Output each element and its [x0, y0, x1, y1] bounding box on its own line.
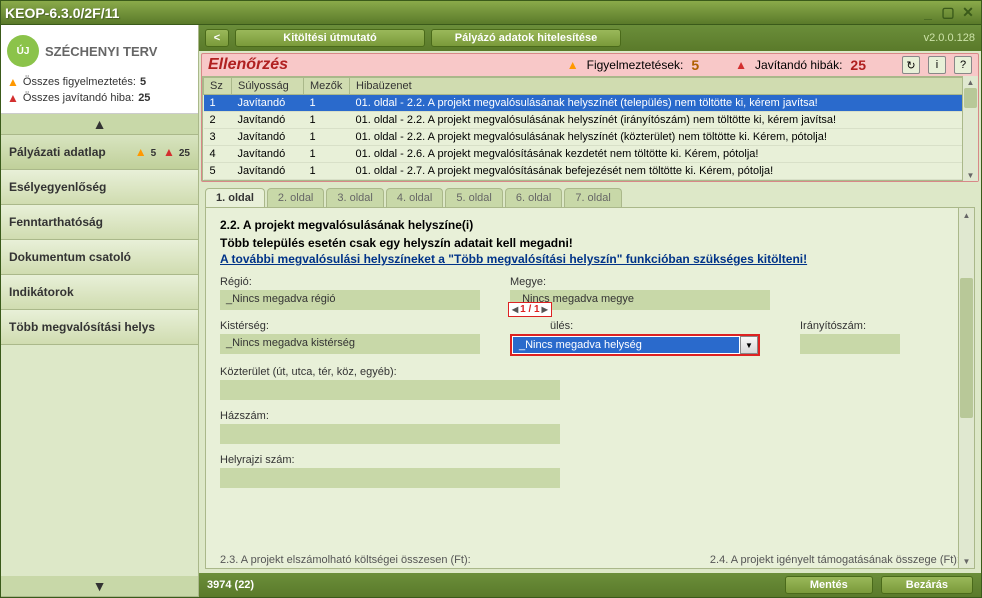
nav-item-indikatorok[interactable]: Indikátorok — [1, 275, 198, 310]
summary-errors: ▲ Összes javítandó hiba: 25 — [7, 91, 192, 105]
tab-page-1[interactable]: 1. oldal — [205, 188, 265, 207]
tab-page-5[interactable]: 5. oldal — [445, 188, 502, 207]
telepules-label: ülés: — [550, 320, 760, 332]
table-row[interactable]: 5Javítandó101. oldal - 2.7. A projekt me… — [204, 163, 977, 180]
save-button[interactable]: Mentés — [785, 576, 873, 594]
kozterulet-field[interactable] — [220, 380, 560, 400]
error-table: Sz Súlyosság Mezők Hibaüzenet 1Javítandó… — [203, 77, 977, 180]
hazszam-label: Házszám: — [220, 410, 560, 422]
table-row[interactable]: 1Javítandó101. oldal - 2.2. A projekt me… — [204, 95, 977, 112]
kozterulet-label: Közterület (út, utca, tér, köz, egyéb): — [220, 366, 560, 378]
logo-area: ÚJ SZÉCHENYI TERV ▲ Összes figyelmezteté… — [1, 25, 198, 114]
info-icon[interactable]: i — [928, 56, 946, 74]
regio-field[interactable]: _Nincs megadva régió — [220, 290, 480, 310]
error-icon: ▲ — [7, 91, 19, 105]
nav-item-palyazati[interactable]: Pályázati adatlap ▲5 ▲25 — [1, 135, 198, 170]
status-text: 3974 (22) — [207, 579, 777, 591]
footer: 3974 (22) Mentés Bezárás — [199, 573, 981, 597]
helyrajzi-label: Helyrajzi szám: — [220, 454, 560, 466]
logo-text: SZÉCHENYI TERV — [45, 44, 157, 59]
scroll-down-icon[interactable]: ▼ — [959, 554, 974, 568]
logo-icon: ÚJ — [7, 35, 39, 67]
table-row[interactable]: 4Javítandó101. oldal - 2.6. A projekt me… — [204, 146, 977, 163]
close-button[interactable]: ✕ — [959, 5, 977, 21]
error-icon: ▲ — [735, 58, 747, 72]
maximize-button[interactable]: ▢ — [939, 5, 957, 21]
nav-scroll-up[interactable]: ▲ — [1, 114, 198, 135]
section-link[interactable]: A további megvalósulási helyszíneket a "… — [220, 252, 960, 266]
error-panel: Ellenőrzés ▲ Figyelmeztetések: 5 ▲ Javít… — [201, 53, 979, 182]
error-scrollbar[interactable]: ▲ ▼ — [962, 76, 978, 181]
nav-item-dokumentum[interactable]: Dokumentum csatoló — [1, 240, 198, 275]
tab-page-3[interactable]: 3. oldal — [326, 188, 383, 207]
refresh-icon[interactable]: ↻ — [902, 56, 920, 74]
nav-item-eselyegyenloseg[interactable]: Esélyegyenlőség — [1, 170, 198, 205]
warning-icon: ▲ — [567, 58, 579, 72]
window-title: KEOP-6.3.0/2F/11 — [5, 5, 919, 21]
error-icon: ▲ — [163, 145, 175, 159]
pager-prev-icon[interactable]: ◀ — [512, 305, 518, 314]
chevron-down-icon[interactable]: ▼ — [740, 336, 758, 354]
back-button[interactable]: < — [205, 29, 229, 47]
form-scrollbar[interactable]: ▲ ▼ — [958, 208, 974, 568]
helyrajzi-field[interactable] — [220, 468, 560, 488]
table-row[interactable]: 2Javítandó101. oldal - 2.2. A projekt me… — [204, 112, 977, 129]
summary-warnings: ▲ Összes figyelmeztetés: 5 — [7, 75, 192, 89]
nav-scroll-down[interactable]: ▼ — [1, 576, 198, 597]
tab-page-6[interactable]: 6. oldal — [505, 188, 562, 207]
pager: ◀ 1 / 1 ▶ — [508, 302, 552, 317]
toolbar: < Kitöltési útmutató Pályázó adatok hite… — [199, 25, 981, 51]
form-area: 2.2. A projekt megvalósulásának helyszín… — [205, 207, 975, 569]
table-row[interactable]: 3Javítandó101. oldal - 2.2. A projekt me… — [204, 129, 977, 146]
warning-icon: ▲ — [7, 75, 19, 89]
sidebar: ÚJ SZÉCHENYI TERV ▲ Összes figyelmezteté… — [1, 25, 199, 597]
section-heading: 2.2. A projekt megvalósulásának helyszín… — [220, 218, 960, 232]
section-subheading: Több település esetén csak egy helyszín … — [220, 236, 960, 250]
regio-label: Régió: — [220, 276, 480, 288]
table-header: Sz Súlyosság Mezők Hibaüzenet — [204, 78, 977, 95]
tabs-row: 1. oldal2. oldal3. oldal4. oldal5. oldal… — [199, 184, 981, 207]
warning-icon: ▲ — [135, 145, 147, 159]
kisterseg-label: Kistérség: — [220, 320, 480, 332]
help-guide-button[interactable]: Kitöltési útmutató — [235, 29, 425, 47]
telepules-dropdown[interactable]: _Nincs megadva helység ▼ — [510, 334, 760, 356]
scroll-up-icon[interactable]: ▲ — [963, 76, 978, 88]
kisterseg-field[interactable]: _Nincs megadva kistérség — [220, 334, 480, 354]
hazszam-field[interactable] — [220, 424, 560, 444]
close-button[interactable]: Bezárás — [881, 576, 973, 594]
error-panel-title: Ellenőrzés — [208, 56, 288, 74]
iranyitoszam-field[interactable] — [800, 334, 900, 354]
tab-page-2[interactable]: 2. oldal — [267, 188, 324, 207]
titlebar: KEOP-6.3.0/2F/11 _ ▢ ✕ — [1, 1, 981, 25]
scroll-down-icon[interactable]: ▼ — [963, 169, 978, 181]
scroll-thumb[interactable] — [964, 88, 977, 108]
scroll-up-icon[interactable]: ▲ — [959, 208, 974, 222]
nav-item-fenntarthatosag[interactable]: Fenntarthatóság — [1, 205, 198, 240]
tab-page-7[interactable]: 7. oldal — [564, 188, 621, 207]
version-label: v2.0.0.128 — [924, 32, 975, 44]
help-icon[interactable]: ? — [954, 56, 972, 74]
megye-label: Megye: — [510, 276, 770, 288]
tab-page-4[interactable]: 4. oldal — [386, 188, 443, 207]
pager-next-icon[interactable]: ▶ — [542, 305, 548, 314]
minimize-button[interactable]: _ — [919, 5, 937, 21]
iranyitoszam-label: Irányítószám: — [800, 320, 900, 332]
nav-item-tobb-megvalositasi[interactable]: Több megvalósítási helys — [1, 310, 198, 345]
verify-data-button[interactable]: Pályázó adatok hitelesítése — [431, 29, 621, 47]
scroll-thumb[interactable] — [960, 278, 973, 418]
cutoff-text: 2.3. A projekt elszámolható költségei ös… — [220, 554, 960, 566]
